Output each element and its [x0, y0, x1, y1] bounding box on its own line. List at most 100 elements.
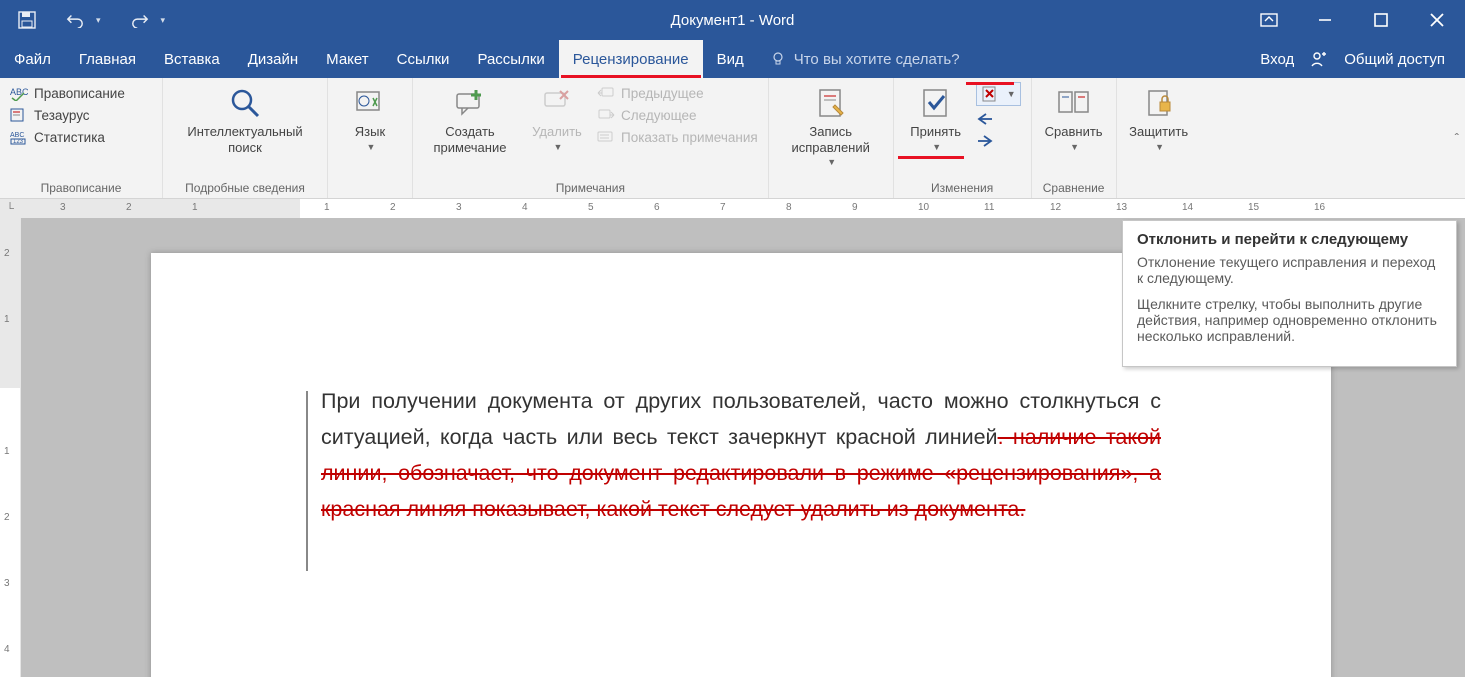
track-changes-icon [814, 86, 848, 120]
ribbon-display-options-icon[interactable] [1241, 0, 1297, 40]
group-label-changes: Изменения [900, 179, 1025, 198]
group-language: Язык ▼ [328, 78, 413, 198]
tab-home[interactable]: Главная [65, 40, 150, 78]
tab-review[interactable]: Рецензирование [559, 40, 703, 78]
new-comment-button[interactable]: Создать примечание [419, 82, 521, 159]
qat-customize-icon[interactable]: ▾ [161, 15, 166, 26]
group-insights: Интеллектуальный поиск Подробные сведени… [163, 78, 328, 198]
language-button[interactable]: Язык ▼ [334, 82, 406, 156]
track-changes-label: Запись исправлений [781, 124, 881, 155]
next-change-button[interactable] [976, 132, 1021, 150]
new-comment-icon [453, 86, 487, 120]
tab-file[interactable]: Файл [0, 40, 65, 78]
redo-icon[interactable] [131, 11, 149, 29]
undo-icon[interactable] [66, 11, 84, 29]
next-comment-button: Следующее [597, 106, 758, 124]
ruler-tick: 4 [4, 644, 10, 655]
document-area: 21123456 При получении документа от друг… [0, 218, 1465, 677]
minimize-icon[interactable] [1297, 0, 1353, 40]
signin-link[interactable]: Вход [1250, 51, 1304, 68]
accept-icon [919, 86, 953, 120]
chevron-down-icon: ▼ [554, 142, 563, 153]
tab-view[interactable]: Вид [703, 40, 758, 78]
undo-dropdown-icon[interactable]: ▾ [96, 15, 101, 26]
ruler-tick: 9 [852, 202, 858, 213]
ruler-track: 21123456 [0, 218, 20, 677]
lightbulb-icon [770, 51, 786, 67]
ruler-tick: 2 [4, 512, 10, 523]
ruler-tick: 15 [1248, 202, 1259, 213]
tab-mailings[interactable]: Рассылки [463, 40, 558, 78]
chevron-down-icon: ▼ [1155, 142, 1164, 153]
previous-comment-button: Предыдущее [597, 84, 758, 102]
show-comments-icon [597, 128, 615, 146]
smart-lookup-icon [228, 86, 262, 120]
ruler-tick: 1 [4, 314, 10, 325]
tab-insert[interactable]: Вставка [150, 40, 234, 78]
tell-me-search[interactable]: Что вы хотите сделать? [758, 40, 972, 78]
new-comment-label: Создать примечание [425, 124, 515, 155]
ruler-tick: 2 [126, 202, 132, 213]
document-body[interactable]: При получении документа от других пользо… [321, 383, 1161, 527]
ruler-tick: 7 [720, 202, 726, 213]
save-icon[interactable] [18, 11, 36, 29]
accept-label: Принять [910, 124, 961, 140]
ruler-tick: 4 [522, 202, 528, 213]
thesaurus-button[interactable]: Тезаурус [10, 106, 125, 124]
group-label-proofing: Правописание [6, 179, 156, 198]
document-canvas[interactable]: При получении документа от других пользо… [21, 218, 1465, 677]
group-label-language [334, 193, 406, 198]
word-count-button[interactable]: ABC123 Статистика [10, 128, 125, 146]
ruler-track: 32112345678910111213141516 [20, 199, 1465, 219]
maximize-icon[interactable] [1353, 0, 1409, 40]
next-comment-label: Следующее [621, 108, 697, 123]
tab-design[interactable]: Дизайн [234, 40, 312, 78]
spelling-button[interactable]: ABC Правописание [10, 84, 125, 102]
tooltip-reject-next: Отклонить и перейти к следующему Отклоне… [1122, 220, 1457, 367]
group-compare: Сравнить ▼ Сравнение [1032, 78, 1117, 198]
ruler-tick: 12 [1050, 202, 1061, 213]
share-button[interactable]: Общий доступ [1334, 51, 1455, 68]
tab-layout[interactable]: Макет [312, 40, 382, 78]
reject-button[interactable]: ▼ [976, 82, 1021, 106]
ruler-tick: 5 [588, 202, 594, 213]
ruler-tick: 14 [1182, 202, 1193, 213]
group-label-protect [1123, 193, 1195, 198]
tooltip-text: Отклонение текущего исправления и перехо… [1137, 254, 1442, 286]
smart-lookup-button[interactable]: Интеллектуальный поиск [169, 82, 321, 159]
spelling-label: Правописание [34, 86, 125, 101]
show-comments-button: Показать примечания [597, 128, 758, 146]
ruler-tick: 1 [192, 202, 198, 213]
group-changes: Принять ▼ ▼ Изменения [894, 78, 1032, 198]
vertical-ruler[interactable]: 21123456 [0, 218, 21, 677]
chevron-down-icon[interactable]: ▼ [1007, 89, 1016, 99]
tab-selector[interactable]: └ [0, 199, 21, 219]
annotation-mark [966, 82, 1014, 85]
chevron-down-icon: ▼ [932, 142, 941, 153]
thesaurus-label: Тезаурус [34, 108, 90, 123]
previous-comment-icon [597, 84, 615, 102]
chevron-down-icon: ▼ [367, 142, 376, 153]
ruler-tick: 8 [786, 202, 792, 213]
tab-references[interactable]: Ссылки [383, 40, 464, 78]
accept-button[interactable]: Принять ▼ [900, 82, 972, 156]
horizontal-ruler[interactable]: └ 32112345678910111213141516 [0, 199, 1465, 220]
collapse-ribbon-icon[interactable]: ˆ [1455, 131, 1459, 146]
ruler-tick: 3 [456, 202, 462, 213]
close-icon[interactable] [1409, 0, 1465, 40]
next-change-icon [976, 132, 994, 150]
reject-icon [981, 85, 999, 103]
group-label-compare: Сравнение [1038, 179, 1110, 198]
compare-button[interactable]: Сравнить ▼ [1038, 82, 1110, 156]
title-bar: ▾ ▾ Документ1 - Word [0, 0, 1465, 40]
statistics-label: Статистика [34, 130, 105, 145]
ruler-tick: 1 [4, 446, 10, 457]
protect-button[interactable]: Защитить ▼ [1123, 82, 1195, 156]
track-changes-button[interactable]: Запись исправлений ▼ [775, 82, 887, 172]
change-indicator-bar[interactable] [306, 391, 308, 571]
language-label: Язык [355, 124, 385, 140]
ribbon-tabs: Файл Главная Вставка Дизайн Макет Ссылки… [0, 40, 1465, 78]
next-comment-icon [597, 106, 615, 124]
tooltip-title: Отклонить и перейти к следующему [1137, 231, 1442, 248]
previous-change-button[interactable] [976, 110, 1021, 128]
